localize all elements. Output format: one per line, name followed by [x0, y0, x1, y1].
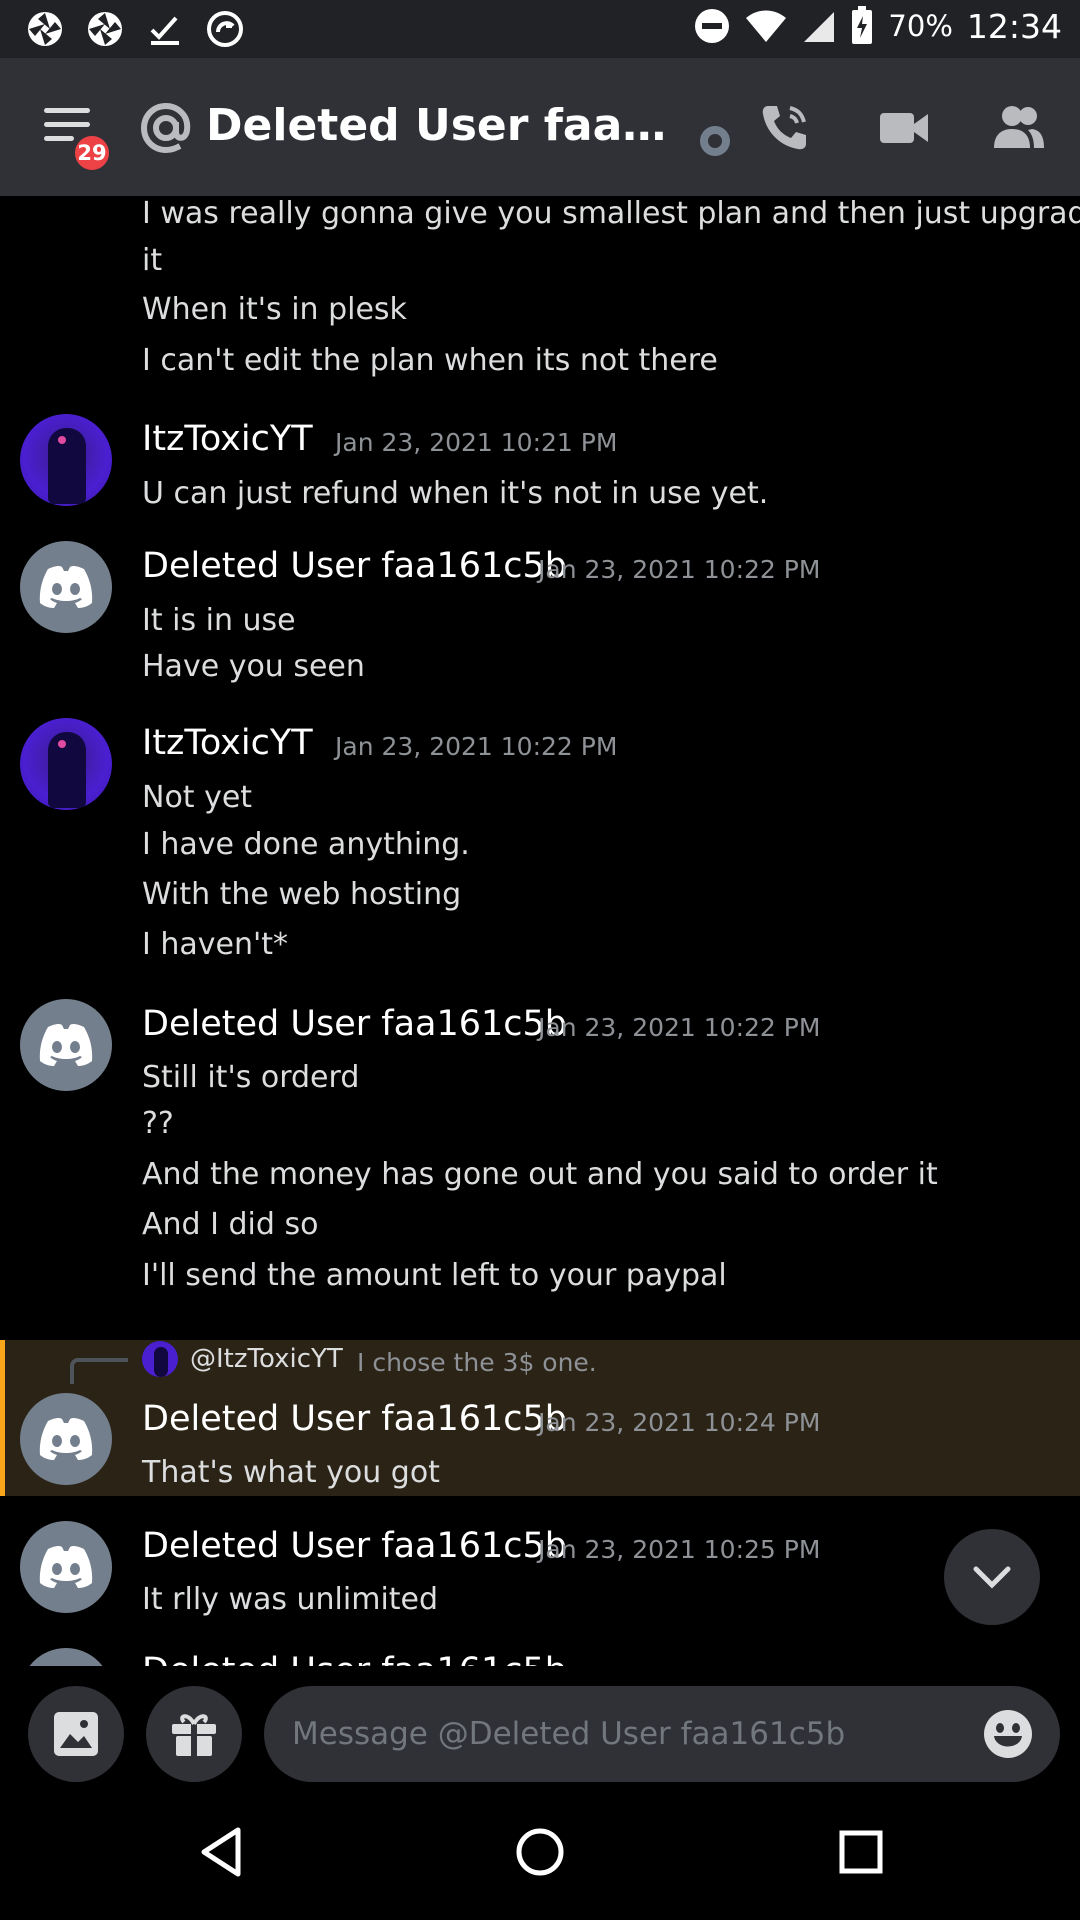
timestamp: Jan 23, 2021 10:21 PM	[335, 428, 618, 457]
message-line: Still it's orderd	[142, 1060, 360, 1095]
message-line: Have you seen	[142, 649, 365, 684]
voice-call-icon[interactable]	[760, 102, 810, 152]
author-name[interactable]: Deleted User faa161c5b	[142, 546, 567, 586]
author-name[interactable]: ItzToxicYT	[142, 723, 313, 763]
back-icon[interactable]	[196, 1824, 246, 1880]
avatar[interactable]	[20, 541, 112, 633]
members-icon[interactable]	[992, 102, 1046, 152]
author-name[interactable]: Deleted User faa161c5b	[142, 1004, 567, 1044]
emoji-icon[interactable]	[982, 1708, 1034, 1760]
channel-header: 29 Deleted User faa161c...	[0, 58, 1080, 196]
aperture-notification-icon-2	[88, 12, 122, 46]
recents-icon[interactable]	[838, 1824, 884, 1880]
message-input[interactable]	[292, 1686, 972, 1782]
message-list[interactable]: I was really gonna give you smallest pla…	[0, 196, 1080, 1666]
discord-logo-icon	[39, 1545, 93, 1588]
gift-button[interactable]	[146, 1686, 242, 1782]
sync-circle-icon	[207, 11, 243, 47]
message-line: When it's in plesk	[142, 292, 407, 327]
message-line: That's what you got	[142, 1455, 440, 1490]
message-line: U can just refund when it's not in use y…	[142, 476, 769, 511]
reply-connector	[70, 1358, 128, 1384]
unread-badge: 29	[72, 133, 112, 173]
channel-title: Deleted User faa161c...	[206, 100, 686, 151]
reply-avatar	[142, 1341, 178, 1377]
battery-percent: 70%	[888, 9, 953, 43]
at-mention-icon	[140, 102, 191, 154]
avatar[interactable]	[20, 999, 112, 1091]
discord-logo-icon	[39, 1417, 93, 1460]
message-line: ??	[142, 1106, 174, 1141]
composer	[0, 1666, 1080, 1792]
status-bar: 70% 12:34	[0, 0, 1080, 58]
gallery-button[interactable]	[28, 1686, 124, 1782]
avatar[interactable]	[20, 1648, 112, 1666]
cell-signal-icon	[804, 12, 835, 42]
author-name[interactable]: ItzToxicYT	[142, 419, 313, 459]
chevron-down-icon	[973, 1566, 1011, 1589]
author-name[interactable]: Deleted User faa161c5b	[142, 1399, 567, 1439]
timestamp: Jan 23, 2021 10:24 PM	[538, 1408, 821, 1437]
author-name[interactable]: Deleted User faa161c5b	[142, 1651, 567, 1666]
avatar[interactable]	[20, 718, 112, 810]
gift-icon	[172, 1714, 216, 1756]
wifi-icon	[746, 10, 787, 42]
message-line: It is in use	[142, 603, 296, 638]
message-line: I have done anything.	[142, 827, 470, 862]
clock: 12:34	[966, 6, 1062, 46]
battery-charging-icon	[852, 6, 873, 44]
video-call-icon[interactable]	[878, 102, 930, 152]
do-not-disturb-icon	[695, 9, 730, 43]
message-line: And I did so	[142, 1207, 319, 1242]
message-line: I'll send the amount left to your paypal	[142, 1258, 727, 1293]
jump-to-bottom-button[interactable]	[944, 1529, 1040, 1625]
avatar[interactable]	[20, 1393, 112, 1485]
timestamp: Jan 23, 2021 10:22 PM	[538, 1013, 821, 1042]
message-line: I can't edit the plan when its not there	[142, 343, 718, 378]
message-input-wrapper[interactable]	[264, 1686, 1060, 1782]
message-line: Not yet	[142, 780, 253, 815]
discord-logo-icon	[39, 565, 93, 608]
mention-bar	[0, 1340, 5, 1496]
message-line: And the money has gone out and you said …	[142, 1157, 938, 1192]
message-line: It rlly was unlimited	[142, 1582, 439, 1617]
message-line: With the web hosting	[142, 877, 462, 912]
home-icon[interactable]	[514, 1824, 566, 1880]
download-done-icon	[150, 16, 179, 45]
discord-logo-icon	[39, 1023, 93, 1066]
avatar[interactable]	[20, 1521, 112, 1613]
author-name[interactable]: Deleted User faa161c5b	[142, 1526, 567, 1566]
message-line: I was really gonna give you smallest pla…	[142, 196, 1080, 231]
offline-status-icon	[700, 126, 730, 156]
reply-preview[interactable]: I chose the 3$ one.	[357, 1348, 597, 1377]
message-line: I haven't*	[142, 927, 289, 962]
timestamp: Jan 23, 2021 10:25 PM	[538, 1535, 821, 1564]
message-line: it	[142, 243, 163, 278]
aperture-notification-icon	[28, 12, 62, 46]
reply-author[interactable]: @ItzToxicYT	[190, 1344, 343, 1374]
image-icon	[54, 1712, 98, 1756]
timestamp: Jan 23, 2021 10:22 PM	[538, 555, 821, 584]
timestamp: Jan 23, 2021 10:22 PM	[335, 732, 618, 761]
system-navigation-bar	[0, 1792, 1080, 1920]
avatar[interactable]	[20, 414, 112, 506]
